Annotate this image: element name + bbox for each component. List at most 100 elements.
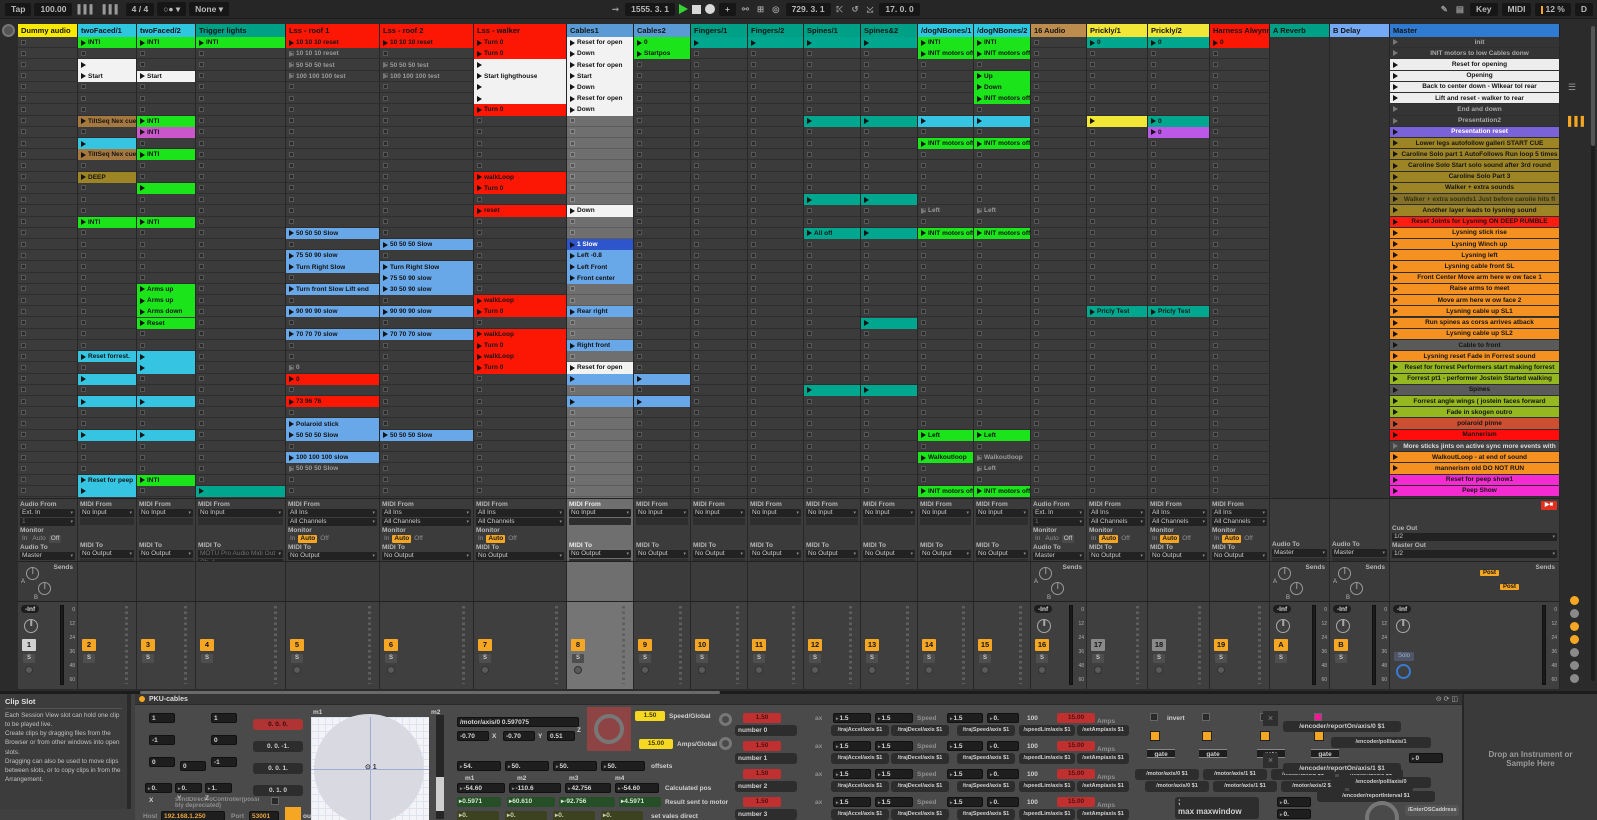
meter-scale-tick[interactable]: 60 bbox=[69, 677, 75, 683]
clip-stop-button[interactable] bbox=[21, 331, 26, 336]
chevron-down-icon[interactable]: ▾ bbox=[559, 509, 562, 517]
io-select-value[interactable]: No Input bbox=[571, 509, 596, 517]
clip-slot[interactable] bbox=[18, 116, 77, 127]
io-select-value[interactable]: No Input bbox=[978, 509, 1003, 517]
clip-slot[interactable] bbox=[1031, 396, 1086, 407]
xy-pad-marker[interactable]: ⊙ 1 bbox=[365, 763, 377, 771]
io-label[interactable]: MIDI To bbox=[139, 542, 193, 549]
clip-stop-button[interactable] bbox=[1034, 73, 1039, 78]
clip-stop-button[interactable] bbox=[289, 152, 294, 157]
clip-stop-button[interactable] bbox=[1090, 84, 1095, 89]
clip-stop-button[interactable] bbox=[477, 410, 482, 415]
clip-slot[interactable] bbox=[18, 340, 77, 351]
scene-launch-icon[interactable] bbox=[1393, 488, 1398, 494]
clip-slot[interactable] bbox=[1210, 284, 1269, 295]
clip-slot[interactable] bbox=[691, 284, 747, 295]
clip[interactable]: 50 50 50 Slow bbox=[286, 228, 379, 239]
clip[interactable]: Walkoutloop bbox=[918, 452, 973, 463]
io-label[interactable]: MIDI To bbox=[1212, 544, 1267, 551]
clip-stop-button[interactable] bbox=[199, 477, 204, 482]
clip-slot[interactable] bbox=[1148, 194, 1209, 205]
io-gap[interactable] bbox=[1272, 516, 1327, 524]
clip-stop-button[interactable] bbox=[81, 129, 86, 134]
arm-button[interactable] bbox=[1038, 666, 1046, 674]
clip-stop-button[interactable] bbox=[1213, 264, 1218, 269]
clip-slot[interactable] bbox=[748, 452, 803, 463]
gate-toggle[interactable] bbox=[1202, 731, 1212, 741]
clip[interactable]: 100 100 100 slow bbox=[286, 452, 379, 463]
track-mixer[interactable]: 3S bbox=[137, 601, 196, 689]
clip-slot[interactable] bbox=[78, 205, 136, 216]
clip-slot[interactable] bbox=[380, 160, 473, 171]
arm-button[interactable] bbox=[25, 666, 33, 674]
track-io[interactable]: MIDI FromNo Input▾MIDI ToNo Output▾ bbox=[748, 498, 804, 561]
clip-launch-icon[interactable] bbox=[140, 432, 145, 438]
invert-checkbox[interactable] bbox=[1150, 713, 1158, 721]
speed-field[interactable]: ▸1.5 bbox=[947, 769, 983, 779]
calculated-pos-field[interactable]: ▸-110.6 bbox=[509, 783, 561, 793]
clip-slot[interactable] bbox=[1031, 93, 1086, 104]
meter-scale[interactable]: 01224364860 bbox=[1317, 605, 1328, 685]
clip-stop-button[interactable] bbox=[977, 354, 982, 359]
clip-slot[interactable] bbox=[1087, 82, 1147, 93]
clip-stop-button[interactable] bbox=[751, 343, 756, 348]
clip-slot[interactable] bbox=[380, 93, 473, 104]
clip-stop-button[interactable] bbox=[864, 264, 869, 269]
clip-stop-button[interactable] bbox=[1151, 253, 1156, 258]
clip[interactable]: 0 bbox=[1148, 37, 1209, 48]
clip-stop-button[interactable] bbox=[977, 331, 982, 336]
computer-midi-keyboard-icon[interactable]: ▤ bbox=[1454, 4, 1466, 15]
clip-slot[interactable] bbox=[196, 104, 285, 115]
clip-stop-button[interactable] bbox=[199, 253, 204, 258]
clip-stop-button[interactable] bbox=[1213, 343, 1218, 348]
clip-slot[interactable] bbox=[1148, 362, 1209, 373]
clip-slot[interactable] bbox=[691, 250, 747, 261]
clip-slot[interactable] bbox=[18, 250, 77, 261]
clip-stop-button[interactable] bbox=[81, 51, 86, 56]
clip-name[interactable]: INIT motors off bbox=[928, 230, 973, 237]
chevron-down-icon[interactable]: ▾ bbox=[278, 550, 281, 558]
clip-stop-button[interactable] bbox=[864, 399, 869, 404]
clip-stop-button[interactable] bbox=[977, 129, 982, 134]
gate-object[interactable]: gate bbox=[1199, 749, 1227, 758]
clip-slot[interactable] bbox=[691, 452, 747, 463]
track-number[interactable]: 14 bbox=[922, 639, 936, 651]
clip-stop-button[interactable] bbox=[1213, 455, 1218, 460]
clip-stop-button[interactable] bbox=[751, 286, 756, 291]
clip-launch-icon[interactable] bbox=[140, 354, 145, 360]
clip-stop-button[interactable] bbox=[81, 309, 86, 314]
chevron-down-icon[interactable]: ▾ bbox=[626, 550, 629, 558]
clip-slot[interactable] bbox=[634, 149, 690, 160]
io-select-value[interactable]: All Ins bbox=[478, 509, 496, 517]
clip-slot[interactable] bbox=[1031, 295, 1086, 306]
clip-launch-icon[interactable] bbox=[477, 185, 482, 191]
clip-slot[interactable] bbox=[78, 48, 136, 59]
monitor-auto-button[interactable]: Auto bbox=[1160, 535, 1179, 543]
clip-slot[interactable] bbox=[137, 340, 195, 351]
clip-stop-button[interactable] bbox=[1151, 208, 1156, 213]
clip-slot[interactable] bbox=[748, 295, 803, 306]
clip-slot[interactable] bbox=[804, 374, 860, 385]
clip-stop-button[interactable] bbox=[1090, 141, 1095, 146]
clip-stop-button[interactable] bbox=[921, 107, 926, 112]
clip-stop-button[interactable] bbox=[864, 354, 869, 359]
monitor-off-button[interactable]: Off bbox=[412, 535, 425, 543]
clip-stop-button[interactable] bbox=[807, 73, 812, 78]
clip-stop-button[interactable] bbox=[1151, 185, 1156, 190]
clip-stop-button[interactable] bbox=[570, 421, 575, 426]
clip[interactable]: Rear right bbox=[567, 306, 633, 317]
clip-stop-button[interactable] bbox=[199, 242, 204, 247]
clip-stop-button[interactable] bbox=[977, 185, 982, 190]
clip[interactable]: Turn 0 bbox=[474, 48, 566, 59]
clip-stop-button[interactable] bbox=[807, 455, 812, 460]
clip-slot[interactable] bbox=[974, 385, 1030, 396]
clip-name[interactable]: Left bbox=[928, 207, 940, 214]
clip-stop-button[interactable] bbox=[21, 73, 26, 78]
clip-slot[interactable] bbox=[804, 362, 860, 373]
sends-label[interactable]: Sends bbox=[1365, 564, 1385, 571]
number-box[interactable]: 0 bbox=[149, 757, 175, 767]
chevron-down-icon[interactable]: ▾ bbox=[70, 509, 73, 517]
clip-stop-button[interactable] bbox=[1151, 96, 1156, 101]
scene[interactable]: Peep Show bbox=[1390, 486, 1559, 497]
scene-launch-icon[interactable] bbox=[1393, 185, 1398, 191]
